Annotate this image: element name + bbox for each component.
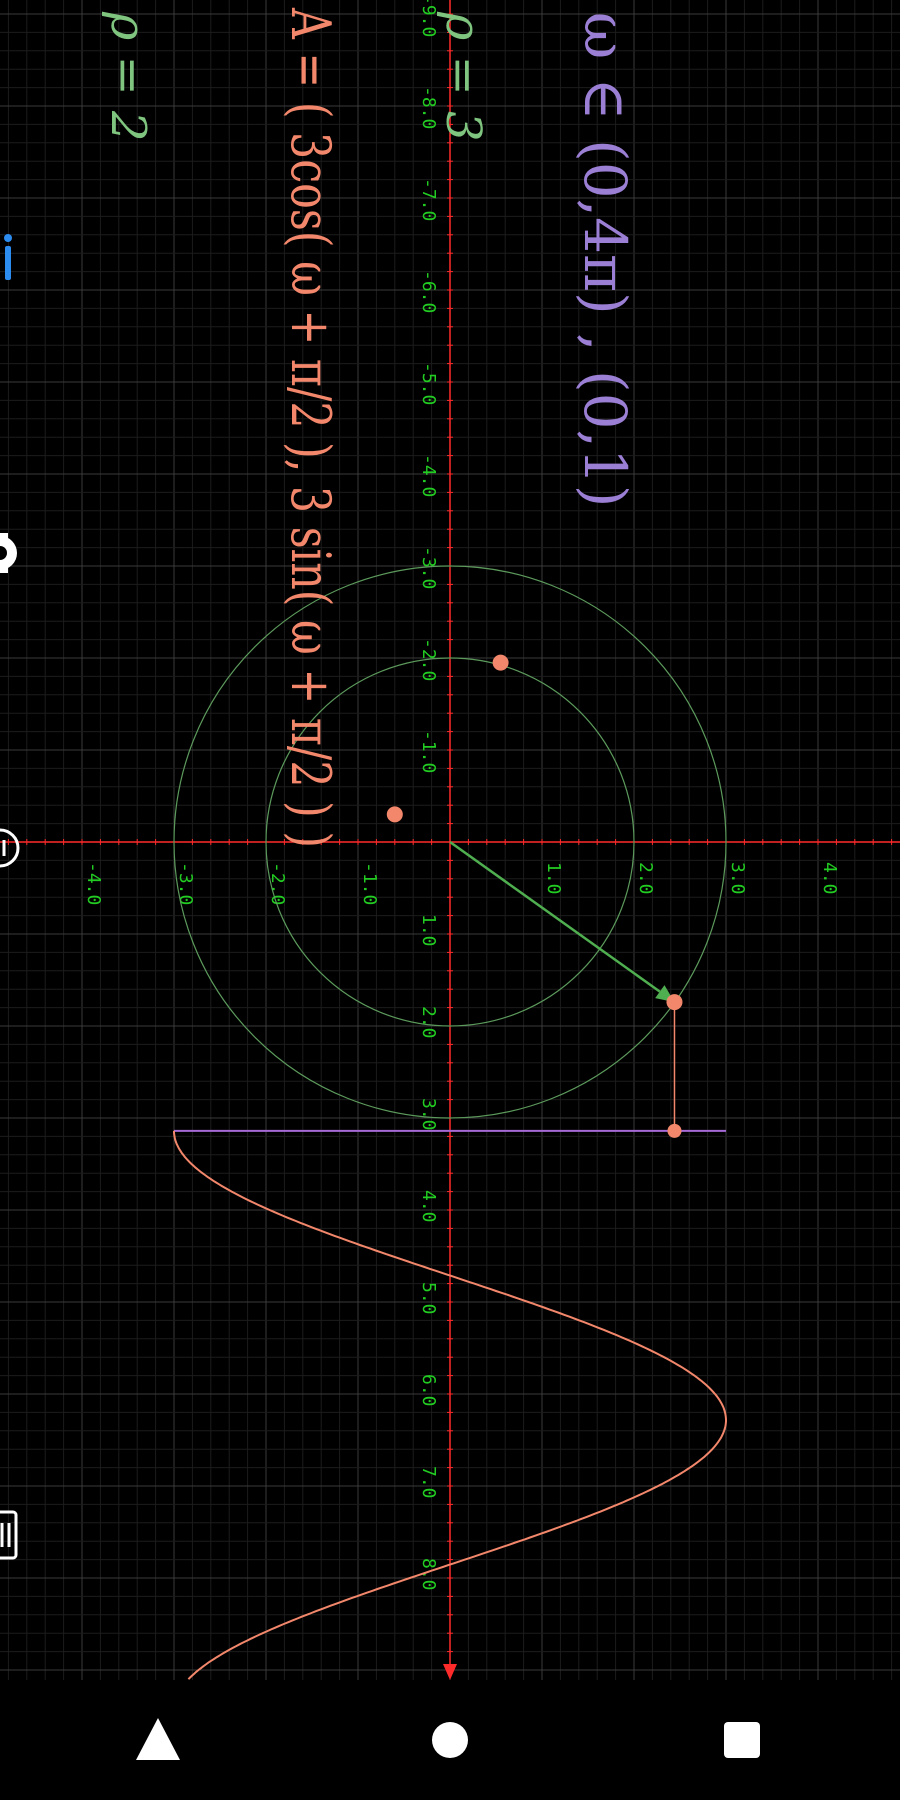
expressions: ω ∈ (0,4π) , (0,1) ρ = 3 ρ = 2 A = ( 3co… <box>100 7 639 848</box>
y-tick-label: -7.0 <box>418 178 439 221</box>
y-tick-label: 5.0 <box>418 1282 439 1315</box>
list-icon[interactable] <box>0 1507 20 1563</box>
y-tick-label: 6.0 <box>418 1374 439 1407</box>
x-tick-label: -4.0 <box>83 862 104 905</box>
y-tick-label: 1.0 <box>418 914 439 947</box>
axes <box>0 0 900 1680</box>
y-tick-label: -4.0 <box>418 454 439 497</box>
rho-inner-expression[interactable]: ρ = 2 <box>100 11 156 142</box>
y-tick-label: 3.0 <box>418 1098 439 1131</box>
x-tick-label: -2.0 <box>267 862 288 905</box>
y-tick-label: -1.0 <box>418 730 439 773</box>
graph-canvas[interactable]: -4.0 -3.0 -2.0 -1.0 1.0 2.0 3.0 4.0-9.0-8.0-7.0… <box>0 0 900 1680</box>
x-tick-label: 2.0 <box>635 862 656 895</box>
y-tick-label: 2.0 <box>418 1006 439 1039</box>
a-vector-expression[interactable]: A = ( 3cos( ω + π/2 ), 3 sin( ω + π/2 ) … <box>279 7 342 848</box>
info-icon[interactable] <box>0 228 16 284</box>
back-icon[interactable] <box>128 1710 188 1770</box>
x-tick-label: -3.0 <box>175 862 196 905</box>
free-point <box>492 654 509 671</box>
x-tick-label: 4.0 <box>819 862 840 895</box>
gear-icon[interactable] <box>0 525 20 581</box>
x-tick-label: 1.0 <box>543 862 564 895</box>
zoom-icon[interactable] <box>0 820 20 876</box>
vector-tip-point <box>666 994 683 1011</box>
omega-range-expression[interactable]: ω ∈ (0,4π) , (0,1) <box>571 12 639 508</box>
rho-outer-expression[interactable]: ρ = 3 <box>435 11 491 142</box>
y-tick-label: -5.0 <box>418 362 439 405</box>
axis-arrowhead <box>443 1664 457 1680</box>
y-tick-label: -6.0 <box>418 270 439 313</box>
x-tick-label: 3.0 <box>727 862 748 895</box>
projected-point <box>667 1123 682 1138</box>
recents-icon[interactable] <box>712 1710 772 1770</box>
free-point <box>386 806 403 823</box>
y-tick-label: 7.0 <box>418 1466 439 1499</box>
home-icon[interactable] <box>420 1710 480 1770</box>
x-tick-label: -1.0 <box>359 862 380 905</box>
y-tick-label: 4.0 <box>418 1190 439 1223</box>
